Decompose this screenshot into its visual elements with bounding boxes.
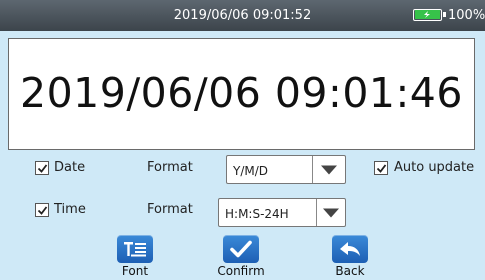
date-checkbox[interactable] (35, 161, 49, 175)
time-checkbox[interactable] (35, 203, 49, 217)
font-icon (124, 242, 146, 257)
confirm-button[interactable] (223, 235, 259, 263)
chevron-down-icon[interactable] (316, 199, 345, 226)
font-button-label: Font (121, 264, 149, 278)
back-button[interactable] (332, 235, 368, 263)
battery-icon (413, 9, 446, 21)
date-format-value: Y/M/D (233, 164, 269, 178)
clock-display: 2019/06/06 09:01:46 (8, 38, 475, 150)
time-format-label: Format (147, 202, 193, 217)
auto-update-checkbox[interactable] (374, 161, 388, 175)
clock-value: 2019/06/06 09:01:46 (20, 69, 463, 117)
time-label: Time (54, 202, 86, 217)
auto-update-label: Auto update (394, 160, 475, 175)
confirm-button-label: Confirm (217, 264, 265, 278)
time-format-value: H:M:S-24H (225, 207, 289, 221)
time-format-dropdown[interactable]: H:M:S-24H (218, 198, 346, 227)
date-label: Date (54, 160, 86, 175)
check-icon (230, 240, 252, 258)
back-arrow-icon (340, 242, 360, 256)
chevron-down-icon[interactable] (312, 156, 345, 183)
date-format-label: Format (147, 160, 193, 175)
status-bar: 2019/06/06 09:01:52 100% (0, 0, 485, 31)
font-button[interactable] (117, 235, 153, 263)
date-format-dropdown[interactable]: Y/M/D (226, 155, 346, 184)
back-button-label: Back (335, 264, 365, 278)
battery-percent: 100% (448, 8, 485, 23)
